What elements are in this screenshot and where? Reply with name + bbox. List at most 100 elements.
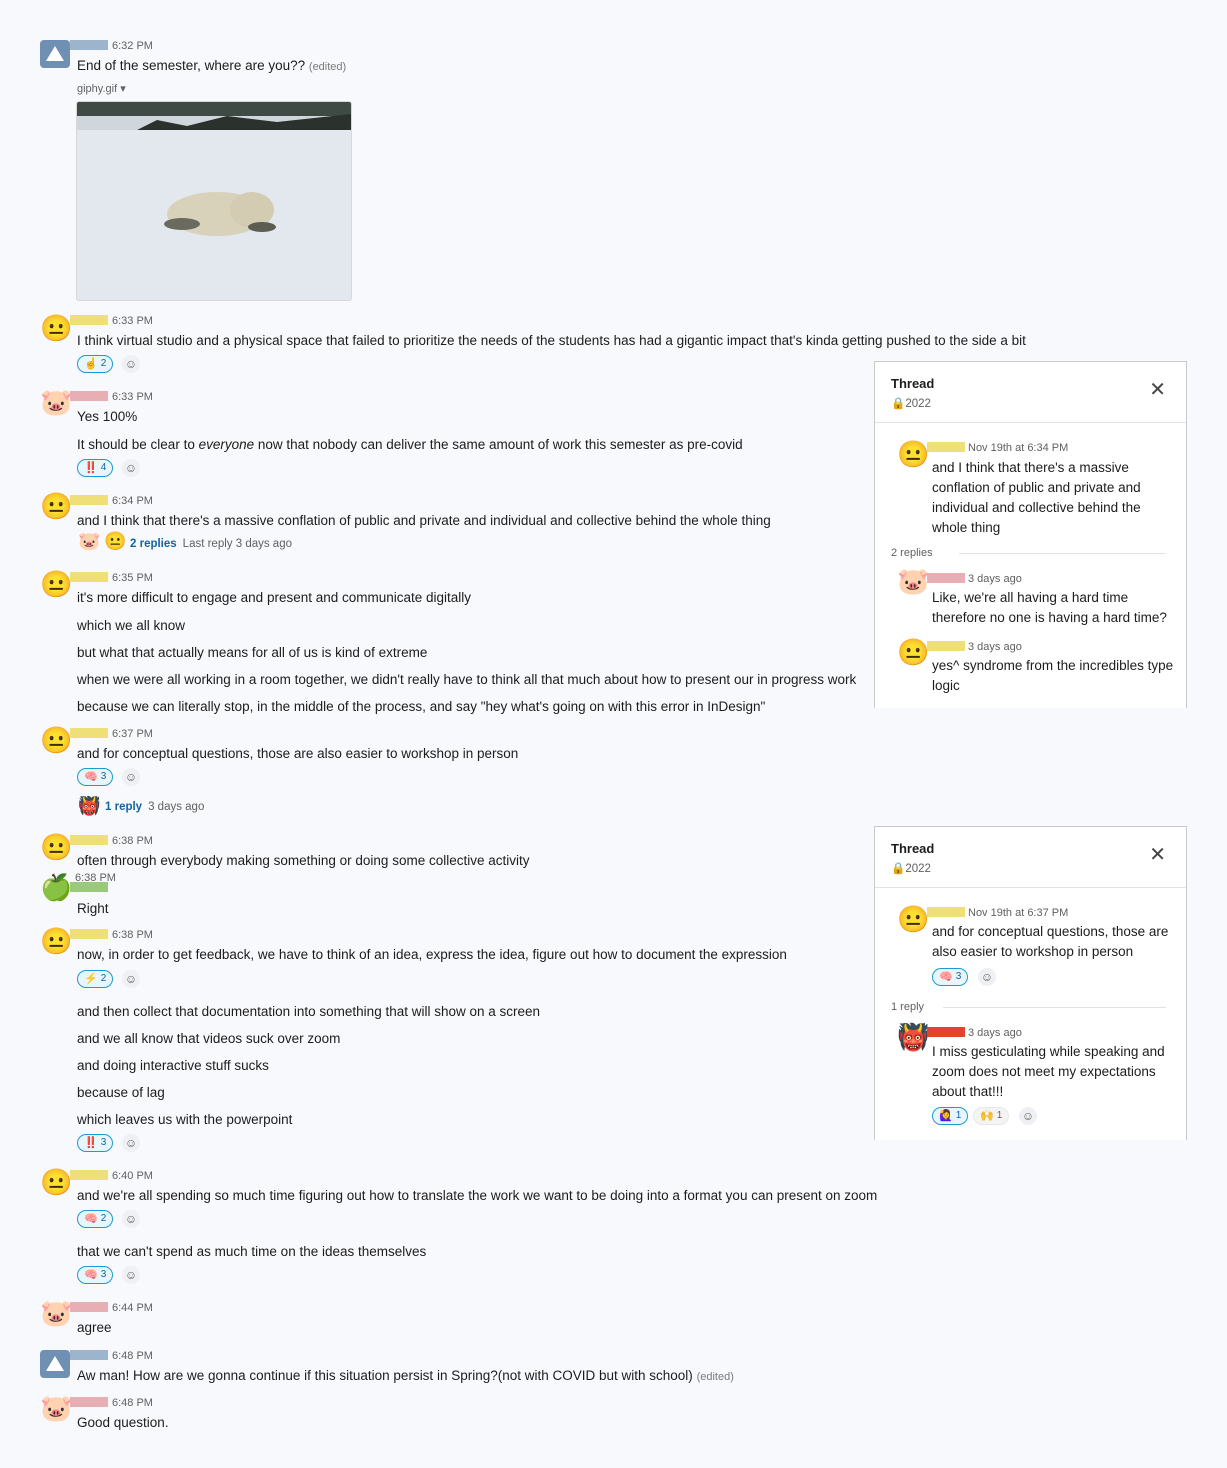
neutral-face-avatar[interactable]: 😐 [897, 904, 929, 934]
username-bar[interactable] [70, 835, 108, 845]
username-bar[interactable] [70, 315, 108, 325]
timestamp[interactable]: 6:48 PM [112, 1350, 153, 1362]
timestamp[interactable]: 6:40 PM [112, 1170, 153, 1182]
reaction-pill[interactable]: 🙋‍♀️ 1 [932, 1107, 969, 1125]
ghoul-avatar-small[interactable]: 👹 [78, 796, 100, 817]
username-bar[interactable] [70, 40, 108, 50]
reaction-pill[interactable]: 🧠 2 [77, 1210, 114, 1228]
avatar[interactable] [40, 1350, 70, 1378]
neutral-face-avatar[interactable]: 😐 [40, 725, 72, 755]
timestamp[interactable]: 6:33 PM [112, 391, 153, 403]
username-bar[interactable] [70, 929, 108, 939]
message-text: Yes 100% [77, 409, 138, 424]
neutral-face-avatar[interactable]: 😐 [897, 637, 929, 667]
timestamp[interactable]: Nov 19th at 6:34 PM [968, 442, 1068, 454]
neutral-face-avatar-small[interactable]: 😐 [104, 531, 126, 552]
reaction-pill[interactable]: ‼️ 3 [77, 1134, 114, 1152]
thread-channel[interactable]: 🔒2022 [891, 396, 931, 410]
thread-replies[interactable]: 1 reply 3 days ago [105, 801, 204, 813]
apple-avatar[interactable]: 🍏 [40, 872, 72, 902]
edited-label: (edited) [696, 1371, 734, 1383]
neutral-face-avatar[interactable]: 😐 [40, 569, 72, 599]
username-bar[interactable] [70, 572, 108, 582]
person-raising-hand-icon: 🙋‍♀️ [939, 1110, 953, 1122]
thread-channel[interactable]: 🔒2022 [891, 861, 931, 875]
reaction-pill[interactable]: 🧠 3 [77, 768, 114, 786]
pig-avatar[interactable]: 🐷 [40, 1298, 72, 1328]
file-label[interactable]: giphy.gif ▾ [77, 82, 126, 95]
timestamp[interactable]: 3 days ago [968, 573, 1022, 585]
message-text: and I think that there's a massive confl… [77, 513, 771, 528]
reaction-count: 3 [100, 1137, 107, 1148]
timestamp[interactable]: 6:38 PM [112, 835, 153, 847]
thread-replies[interactable]: 2 replies Last reply 3 days ago [130, 538, 292, 550]
timestamp[interactable]: 6:44 PM [112, 1302, 153, 1314]
timestamp[interactable]: 6:32 PM [112, 40, 153, 52]
pig-avatar[interactable]: 🐷 [40, 1393, 72, 1423]
username-bar[interactable] [927, 573, 965, 583]
add-reaction-icon[interactable]: ☺ [122, 1210, 140, 1228]
edited-label: (edited) [308, 61, 347, 73]
pig-avatar-small[interactable]: 🐷 [78, 531, 100, 552]
pig-avatar[interactable]: 🐷 [40, 387, 72, 417]
message-text: which we all know [77, 618, 186, 633]
add-reaction-icon[interactable]: ☺ [1019, 1107, 1037, 1125]
timestamp[interactable]: 6:34 PM [112, 495, 153, 507]
file-name[interactable]: giphy.gif [77, 83, 117, 95]
message-text: when we were all working in a room toget… [77, 672, 857, 687]
username-bar[interactable] [70, 495, 108, 505]
reaction-pill[interactable]: 🧠 3 [77, 1266, 114, 1284]
timestamp[interactable]: Nov 19th at 6:37 PM [968, 907, 1068, 919]
thread-title: Thread [891, 841, 935, 856]
double-exclamation-icon: ‼️ [84, 462, 98, 474]
reaction-pill[interactable]: ‼️ 4 [77, 459, 114, 477]
username-bar[interactable] [70, 1350, 108, 1360]
username-bar[interactable] [927, 641, 965, 651]
neutral-face-avatar[interactable]: 😐 [40, 313, 72, 343]
username-bar[interactable] [70, 728, 108, 738]
add-reaction-icon[interactable]: ☺ [122, 970, 140, 988]
ghoul-avatar[interactable]: 👹 [897, 1022, 929, 1052]
neutral-face-avatar[interactable]: 😐 [40, 1167, 72, 1197]
add-reaction-icon[interactable]: ☺ [122, 1266, 140, 1284]
add-reaction-icon[interactable]: ☺ [978, 968, 996, 986]
username-bar[interactable] [70, 1170, 108, 1180]
timestamp[interactable]: 6:38 PM [112, 929, 153, 941]
replies-link[interactable]: 2 replies [130, 538, 177, 550]
chevron-down-icon[interactable]: ▾ [120, 83, 126, 95]
username-bar[interactable] [927, 1027, 965, 1037]
timestamp[interactable]: 6:35 PM [112, 572, 153, 584]
add-reaction-icon[interactable]: ☺ [122, 768, 140, 786]
username-bar[interactable] [927, 442, 965, 452]
username-bar[interactable] [927, 907, 965, 917]
reaction-pill[interactable]: ☝️ 2 [77, 355, 114, 373]
timestamp[interactable]: 6:33 PM [112, 315, 153, 327]
reaction-pill[interactable]: ⚡ 2 [77, 970, 114, 988]
reaction-pill[interactable]: 🙌 1 [973, 1107, 1010, 1125]
timestamp[interactable]: 6:48 PM [112, 1397, 153, 1409]
username-bar[interactable] [70, 1302, 108, 1312]
username-bar[interactable] [70, 391, 108, 401]
add-reaction-icon[interactable]: ☺ [122, 355, 140, 373]
timestamp[interactable]: 6:38 PM [75, 872, 116, 884]
timestamp[interactable]: 3 days ago [968, 1027, 1022, 1039]
thread-panel: Thread 🔒2022 ✕ 😐 Nov 19th at 6:37 PM and… [874, 826, 1187, 1140]
gif-image[interactable] [76, 101, 352, 301]
username-bar[interactable] [70, 1397, 108, 1407]
add-reaction-icon[interactable]: ☺ [122, 1134, 140, 1152]
reaction-pill[interactable]: 🧠 3 [932, 968, 969, 986]
replies-link[interactable]: 1 reply [105, 801, 142, 813]
message-text: it's more difficult to engage and presen… [77, 590, 472, 605]
message-text: but what that actually means for all of … [77, 645, 428, 660]
pig-avatar[interactable]: 🐷 [897, 566, 929, 596]
timestamp[interactable]: 3 days ago [968, 641, 1022, 653]
avatar[interactable] [40, 40, 70, 68]
neutral-face-avatar[interactable]: 😐 [40, 832, 72, 862]
add-reaction-icon[interactable]: ☺ [122, 459, 140, 477]
close-icon[interactable]: ✕ [1149, 845, 1166, 865]
close-icon[interactable]: ✕ [1149, 380, 1166, 400]
neutral-face-avatar[interactable]: 😐 [40, 491, 72, 521]
neutral-face-avatar[interactable]: 😐 [897, 439, 929, 469]
neutral-face-avatar[interactable]: 😐 [40, 926, 72, 956]
timestamp[interactable]: 6:37 PM [112, 728, 153, 740]
